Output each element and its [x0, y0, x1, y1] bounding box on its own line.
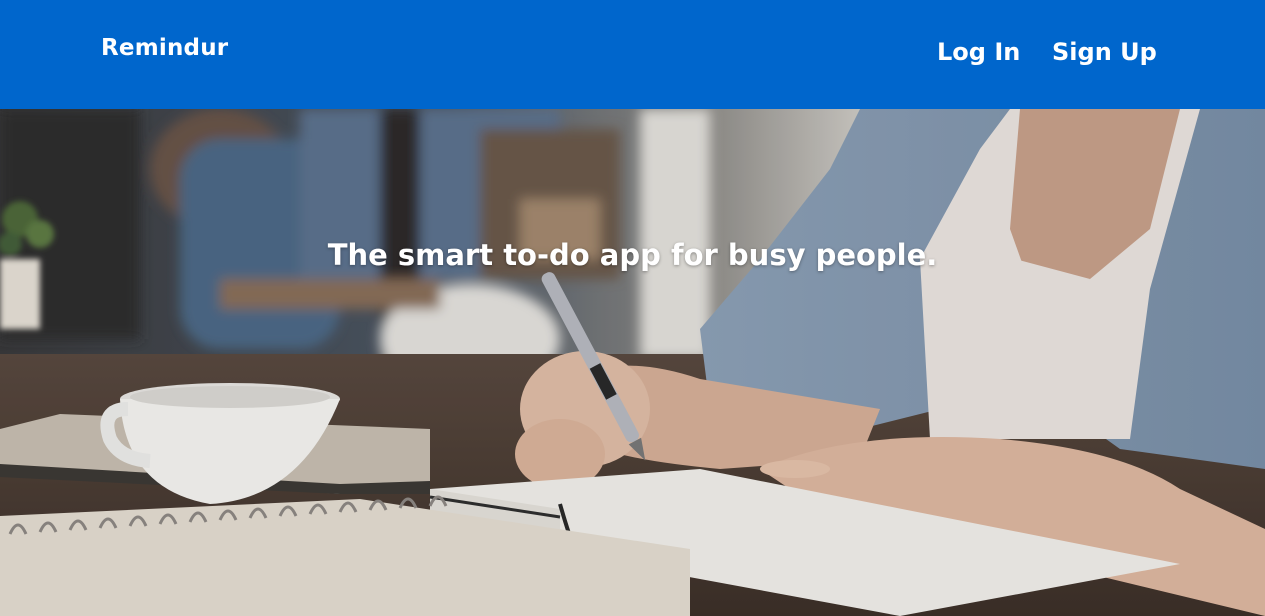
hero-background-image — [0, 109, 1265, 616]
hero-section: The smart to-do app for busy people. — [0, 109, 1265, 616]
hero-tagline: The smart to-do app for busy people. — [327, 238, 938, 273]
login-link[interactable]: Log In — [937, 38, 1020, 66]
top-navbar: Remindur Log In Sign Up — [0, 0, 1265, 109]
brand-logo-link[interactable]: Remindur — [101, 35, 228, 61]
signup-link[interactable]: Sign Up — [1052, 38, 1157, 66]
